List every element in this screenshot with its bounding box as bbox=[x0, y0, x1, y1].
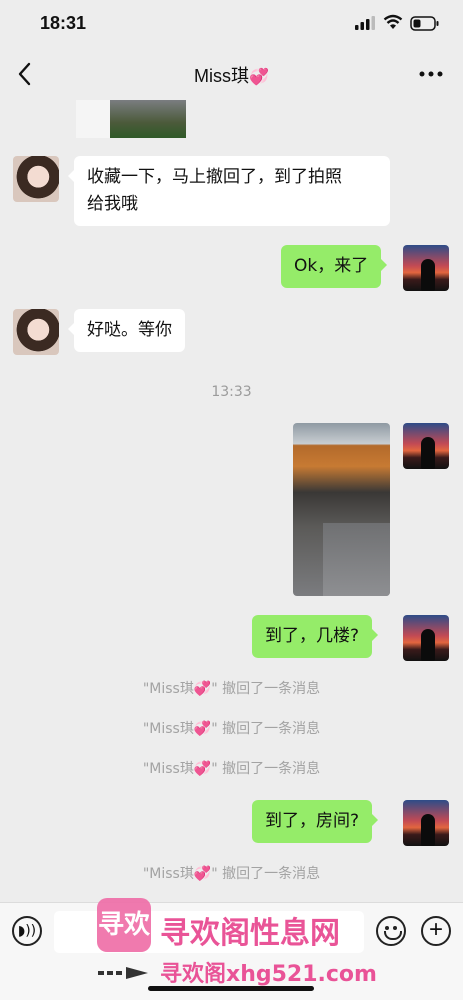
watermark-url: 寻欢阁xhg521.com bbox=[160, 962, 377, 987]
message-bubble[interactable]: 到了，房间? bbox=[252, 800, 379, 843]
status-time: 18:31 bbox=[40, 13, 87, 33]
timestamp: 13:33 bbox=[211, 384, 252, 400]
chat-area[interactable]: 收藏一下，马上撤回了，到了拍照 给我哦 Ok，来了 好哒。等你 13:33 到了… bbox=[0, 100, 463, 902]
recall-notice: "Miss琪💞" 撤回了一条消息 bbox=[142, 681, 321, 697]
watermark-logo: 寻欢 bbox=[97, 898, 151, 952]
message-bubble[interactable]: 收藏一下，马上撤回了，到了拍照 给我哦 bbox=[68, 156, 390, 226]
message-text: 到了，几楼? bbox=[265, 626, 360, 646]
recall-notice: "Miss琪💞" 撤回了一条消息 bbox=[142, 721, 321, 737]
contact-name: Miss琪 bbox=[194, 66, 250, 86]
emoji-icon[interactable] bbox=[376, 916, 406, 946]
avatar[interactable] bbox=[403, 800, 449, 846]
arrow-icon bbox=[98, 967, 148, 979]
more-icon[interactable] bbox=[416, 62, 446, 86]
battery-icon bbox=[410, 16, 439, 31]
plus-icon[interactable]: + bbox=[421, 916, 451, 946]
message-text: 好哒。等你 bbox=[87, 320, 172, 340]
avatar[interactable] bbox=[403, 423, 449, 469]
image-message[interactable] bbox=[293, 423, 390, 596]
image-message-partial[interactable] bbox=[76, 100, 186, 138]
watermark-text: 寻欢阁性息网 bbox=[160, 916, 340, 951]
message-bubble[interactable]: Ok，来了 bbox=[281, 245, 388, 288]
page-title: Miss琪💞 bbox=[0, 62, 463, 88]
message-text: 到了，房间? bbox=[265, 811, 360, 831]
message-text: 给我哦 bbox=[87, 194, 138, 214]
avatar[interactable] bbox=[13, 309, 59, 355]
wifi-icon bbox=[383, 14, 403, 29]
status-bar: 18:31 bbox=[0, 0, 463, 48]
message-text: Ok，来了 bbox=[294, 256, 369, 276]
voice-icon[interactable]: ◗)) bbox=[12, 916, 42, 946]
recall-notice: "Miss琪💞" 撤回了一条消息 bbox=[142, 866, 321, 882]
message-bubble[interactable]: 到了，几楼? bbox=[252, 615, 379, 658]
recall-notice: "Miss琪💞" 撤回了一条消息 bbox=[142, 761, 321, 777]
hearts-emoji: 💞 bbox=[249, 69, 269, 86]
chat-header: Miss琪💞 bbox=[0, 48, 463, 100]
message-bubble[interactable]: 好哒。等你 bbox=[68, 309, 185, 352]
home-indicator bbox=[148, 986, 314, 991]
avatar[interactable] bbox=[403, 615, 449, 661]
avatar[interactable] bbox=[13, 156, 59, 202]
message-text: 收藏一下，马上撤回了，到了拍照 bbox=[87, 167, 342, 187]
signal-icon bbox=[355, 16, 375, 30]
avatar[interactable] bbox=[403, 245, 449, 291]
